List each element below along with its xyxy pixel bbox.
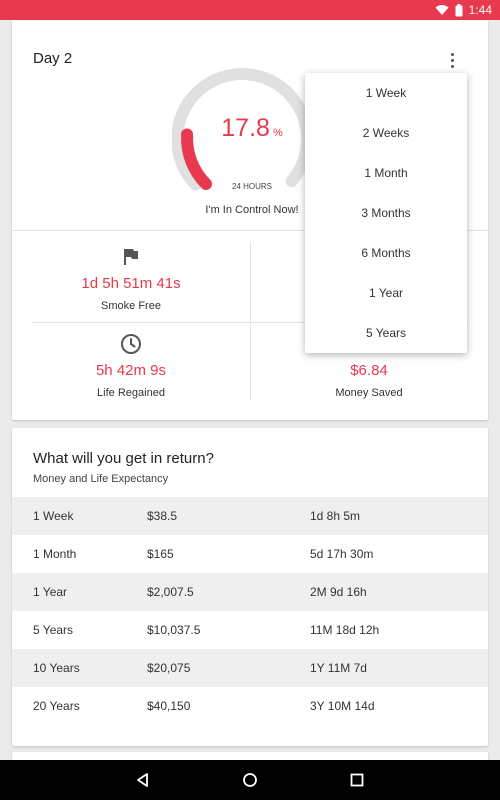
gauge-number: 17.8 xyxy=(221,114,270,142)
stat-smoke-free: 1d 5h 51m 41s Smoke Free xyxy=(12,246,250,312)
life-cell: 1Y 11M 7d xyxy=(310,661,367,675)
period-cell: 20 Years xyxy=(33,699,80,713)
back-icon[interactable] xyxy=(131,768,155,792)
life-cell: 2M 9d 16h xyxy=(310,585,367,599)
money-cell: $2,007.5 xyxy=(147,585,194,599)
returns-table: 1 Week $38.5 1d 8h 5m 1 Month $165 5d 17… xyxy=(12,497,488,725)
menu-item-6-months[interactable]: 6 Months xyxy=(305,233,467,273)
battery-icon xyxy=(455,3,463,17)
stat-life-regained: 5h 42m 9s Life Regained xyxy=(12,333,250,399)
menu-item-3-months[interactable]: 3 Months xyxy=(305,193,467,233)
returns-card: What will you get in return? Money and L… xyxy=(12,428,488,746)
money-cell: $38.5 xyxy=(147,509,178,523)
period-cell: 1 Year xyxy=(33,585,68,599)
period-cell: 1 Month xyxy=(33,547,77,561)
table-row: 5 Years $10,037.5 11M 18d 12h xyxy=(12,611,488,649)
overflow-menu-icon[interactable] xyxy=(442,50,462,70)
menu-item-5-years[interactable]: 5 Years xyxy=(305,313,467,353)
period-cell: 5 Years xyxy=(33,623,74,637)
table-row: 10 Years $20,075 1Y 11M 7d xyxy=(12,649,488,687)
stat-value: $6.84 xyxy=(350,362,388,379)
period-cell: 1 Week xyxy=(33,509,74,523)
life-cell: 5d 17h 30m xyxy=(310,547,374,561)
table-row: 1 Week $38.5 1d 8h 5m xyxy=(12,497,488,535)
status-time: 1:44 xyxy=(468,3,492,17)
home-icon[interactable] xyxy=(238,768,262,792)
wifi-icon xyxy=(435,4,449,16)
gauge-unit: % xyxy=(272,127,283,139)
money-cell: $10,037.5 xyxy=(147,623,201,637)
clock-icon xyxy=(12,333,250,355)
table-row: 1 Year $2,007.5 2M 9d 16h xyxy=(12,573,488,611)
returns-title: What will you get in return? xyxy=(33,450,214,467)
life-cell: 1d 8h 5m xyxy=(310,509,361,523)
money-cell: $165 xyxy=(147,547,174,561)
table-row: 1 Month $165 5d 17h 30m xyxy=(12,535,488,573)
status-bar: 1:44 xyxy=(0,0,500,20)
returns-subtitle: Money and Life Expectancy xyxy=(33,473,169,485)
life-cell: 11M 18d 12h xyxy=(310,623,380,637)
stat-label: Money Saved xyxy=(335,387,403,399)
menu-item-1-month[interactable]: 1 Month xyxy=(305,153,467,193)
stat-value: 5h 42m 9s xyxy=(95,362,167,379)
period-dropdown-menu: 1 Week 2 Weeks 1 Month 3 Months 6 Months… xyxy=(305,73,467,353)
menu-item-1-week[interactable]: 1 Week xyxy=(305,73,467,113)
life-cell: 3Y 10M 14d xyxy=(310,699,375,713)
menu-item-1-year[interactable]: 1 Year xyxy=(305,273,467,313)
money-cell: $20,075 xyxy=(147,661,191,675)
day-label: Day 2 xyxy=(33,50,73,67)
navigation-bar xyxy=(0,760,500,800)
recents-icon[interactable] xyxy=(345,768,369,792)
stat-label: Smoke Free xyxy=(101,300,161,312)
flag-icon xyxy=(12,246,250,268)
period-cell: 10 Years xyxy=(33,661,80,675)
table-row: 20 Years $40,150 3Y 10M 14d xyxy=(12,687,488,725)
stat-label: Life Regained xyxy=(97,387,165,399)
menu-item-2-weeks[interactable]: 2 Weeks xyxy=(305,113,467,153)
money-cell: $40,150 xyxy=(147,699,191,713)
stat-value: 1d 5h 51m 41s xyxy=(81,275,181,292)
